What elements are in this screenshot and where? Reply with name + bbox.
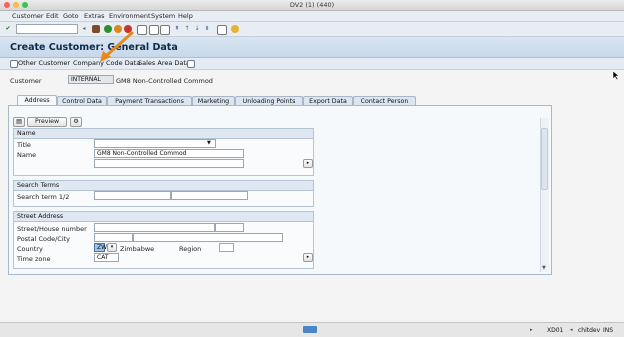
status-toggle-icon[interactable]: ▸	[530, 327, 533, 333]
mouse-cursor-icon	[612, 70, 620, 80]
postal-code-field[interactable]	[94, 233, 133, 242]
menu-system[interactable]: System	[151, 12, 175, 20]
name1-field[interactable]: GM8 Non-Controlled Commod	[94, 149, 244, 158]
status-separator-icon: ◂	[570, 327, 573, 333]
address-options-icon[interactable]: ⚙	[70, 117, 82, 127]
sap-logo-icon	[303, 326, 317, 333]
time-zone-label: Time zone	[17, 255, 51, 263]
system-id: XD01	[547, 327, 564, 334]
sales-area-data-button[interactable]: Sales Area Data	[138, 59, 190, 67]
window-title: DV2 (1) (440)	[289, 1, 335, 9]
menu-extras[interactable]: Extras	[84, 12, 105, 20]
last-page-icon[interactable]: ⇟	[203, 25, 211, 33]
enter-icon[interactable]: ✔	[4, 25, 12, 33]
country-name: Zimbabwe	[120, 245, 155, 253]
menu-goto[interactable]: Goto	[63, 12, 79, 20]
other-customer-icon	[10, 60, 18, 68]
find-icon[interactable]	[149, 25, 159, 35]
print-preview-icon[interactable]: ▤	[13, 117, 25, 127]
name2-field[interactable]	[94, 159, 244, 168]
street-address-group: Street Address Street/House number Posta…	[13, 211, 314, 269]
search-terms-group: Search Terms Search term 1/2	[13, 180, 314, 207]
dropdown-icon[interactable]: ◂	[80, 25, 88, 33]
previous-page-icon[interactable]: ↑	[183, 25, 191, 33]
other-customer-button[interactable]: Other Customer	[18, 59, 70, 67]
server-name: chitdev	[578, 327, 601, 334]
annotation-arrow-icon	[100, 31, 134, 62]
time-zone-field[interactable]: CAT	[94, 253, 119, 262]
city-field[interactable]	[133, 233, 283, 242]
search-term-1-field[interactable]	[94, 191, 171, 200]
postal-code-city-label: Postal Code/City	[17, 235, 71, 243]
application-toolbar: Other Customer Company Code Data Sales A…	[0, 58, 624, 70]
menu-environment[interactable]: Environment	[109, 12, 151, 20]
print-icon[interactable]	[137, 25, 147, 35]
scrollbar-thumb[interactable]	[541, 128, 548, 190]
street-address-heading: Street Address	[14, 212, 313, 222]
country-field[interactable]: ZW	[94, 243, 107, 252]
new-session-icon[interactable]	[217, 25, 227, 35]
region-field[interactable]	[219, 243, 234, 252]
help-icon[interactable]	[231, 25, 239, 33]
customer-label: Customer	[10, 77, 42, 85]
preview-button-label: Preview	[34, 118, 60, 125]
document-icon[interactable]	[187, 60, 195, 68]
street-field[interactable]	[94, 223, 215, 232]
insert-mode: INS	[603, 327, 614, 334]
standard-toolbar: ✔ ◂ ⇞ ↑ ↓ ⇟	[0, 22, 624, 37]
name-label: Name	[17, 151, 37, 159]
more-fields-icon[interactable]: ▸	[303, 159, 313, 168]
more-address-fields-icon[interactable]: ▸	[303, 253, 313, 262]
command-field[interactable]	[16, 24, 78, 34]
house-number-field[interactable]	[215, 223, 244, 232]
title-dropdown[interactable]	[94, 139, 216, 148]
window-titlebar: DV2 (1) (440)	[0, 0, 624, 11]
country-search-help-icon[interactable]: ▾	[107, 243, 117, 252]
name-group: Name Title ▼ Name GM8 Non-Controlled Com…	[13, 128, 314, 176]
menu-help[interactable]: Help	[178, 12, 193, 20]
region-label: Region	[179, 245, 202, 253]
menu-customer[interactable]: Customer	[12, 12, 44, 20]
first-page-icon[interactable]: ⇞	[173, 25, 181, 33]
status-bar: ▸ XD01 ◂ chitdev INS	[0, 322, 624, 337]
menu-edit[interactable]: Edit	[46, 12, 59, 20]
country-label: Country	[17, 245, 43, 253]
street-label: Street/House number	[17, 225, 87, 233]
preview-button[interactable]: Preview	[27, 117, 67, 127]
name-group-heading: Name	[14, 129, 313, 139]
customer-number-field[interactable]: INTERNAL	[68, 75, 114, 84]
search-term-2-field[interactable]	[171, 191, 248, 200]
menu-bar: Customer Edit Goto Extras Environment Sy…	[0, 11, 624, 22]
find-next-icon[interactable]	[160, 25, 170, 35]
chevron-down-icon[interactable]: ▼	[207, 140, 211, 146]
scroll-down-icon[interactable]: ▼	[542, 265, 546, 271]
page-header: Create Customer: General Data	[0, 37, 624, 58]
page-title: Create Customer: General Data	[10, 42, 178, 53]
next-page-icon[interactable]: ↓	[193, 25, 201, 33]
title-label: Title	[17, 141, 31, 149]
search-terms-heading: Search Terms	[14, 181, 313, 191]
search-term-label: Search term 1/2	[17, 193, 70, 201]
customer-description: GM8 Non-Controlled Commod	[116, 77, 213, 85]
